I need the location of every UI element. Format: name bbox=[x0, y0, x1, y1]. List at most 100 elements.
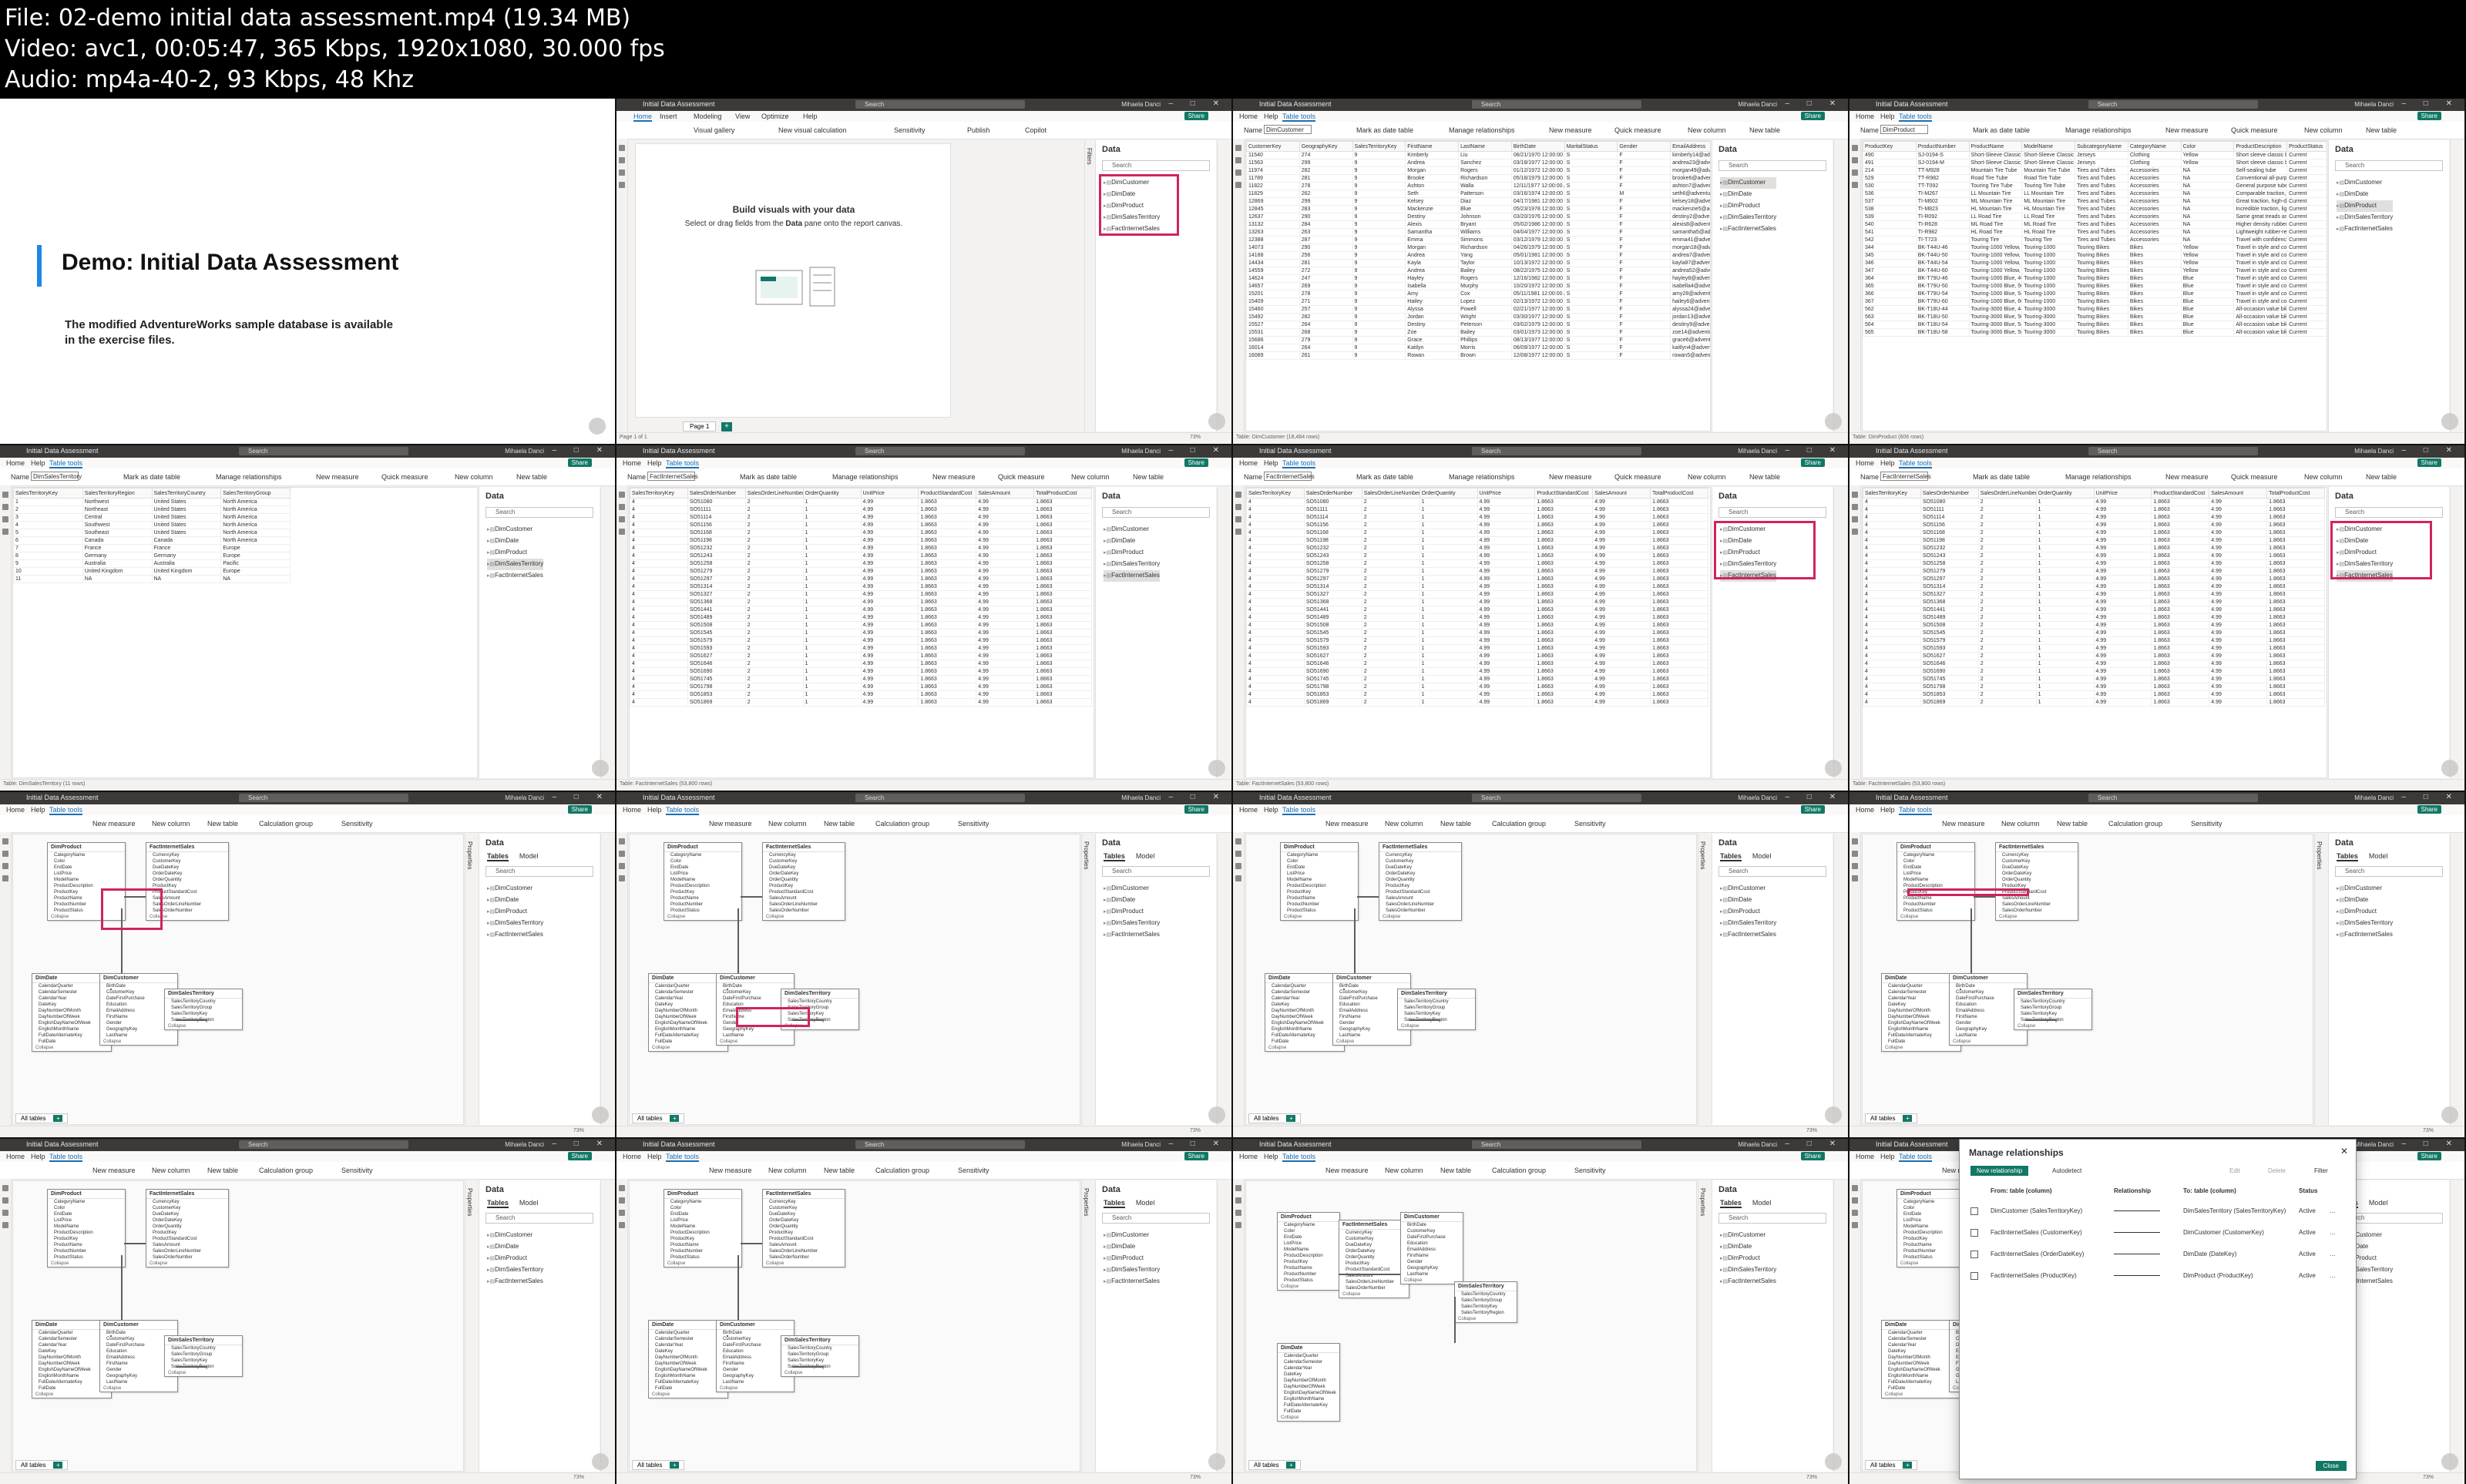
ribbon-manage-relationships[interactable]: Manage relationships bbox=[2065, 473, 2132, 481]
share-button[interactable]: Share bbox=[567, 805, 592, 814]
tab-table-tools[interactable]: Table tools bbox=[1282, 112, 1316, 122]
column-header[interactable]: TotalProductCost bbox=[1650, 488, 1708, 499]
collapse-link[interactable]: Collapse bbox=[2014, 1023, 2091, 1029]
collapse-link[interactable]: Collapse bbox=[1278, 1415, 1339, 1421]
ribbon-new-measure[interactable]: New measure bbox=[2165, 126, 2209, 134]
window-controls[interactable]: – □ ✕ bbox=[1785, 1140, 1843, 1148]
column-header[interactable]: SalesTerritoryGroup bbox=[220, 488, 291, 499]
tab-help[interactable]: Help bbox=[1264, 806, 1278, 814]
table-view-icon[interactable] bbox=[1235, 1197, 1241, 1204]
table-item-factinternetsales[interactable]: FactInternetSales bbox=[1720, 570, 1777, 582]
share-button[interactable]: Share bbox=[1184, 458, 1208, 467]
report-view-icon[interactable] bbox=[1235, 492, 1241, 498]
column-header[interactable]: SalesOrderLineNumber bbox=[1977, 488, 2037, 499]
table-item-dimdate[interactable]: DimDate bbox=[487, 536, 543, 547]
ribbon-new-column[interactable]: New column bbox=[1385, 820, 1423, 828]
data-pane-search[interactable]: Search bbox=[2335, 160, 2443, 171]
column-header[interactable]: Gender bbox=[1617, 141, 1671, 152]
data-pane-search[interactable]: Search bbox=[1718, 160, 1826, 171]
relationship-line[interactable] bbox=[110, 1335, 112, 1337]
collapse-link[interactable]: Collapse bbox=[781, 1370, 858, 1376]
ribbon-new-measure[interactable]: New measure bbox=[1549, 473, 1592, 481]
ribbon-new-visual-calculation[interactable]: New visual calculation bbox=[778, 126, 847, 134]
column-header[interactable]: CustomerKey bbox=[1246, 141, 1300, 152]
search-box[interactable]: Search bbox=[1472, 1140, 1641, 1149]
tab-tables[interactable]: Tables bbox=[1104, 852, 1125, 861]
column-header[interactable]: OrderQuantity bbox=[802, 488, 862, 499]
column-header[interactable]: OrderQuantity bbox=[2035, 488, 2095, 499]
column-header[interactable]: UnitPrice bbox=[2093, 488, 2152, 499]
ribbon-calculation-group[interactable]: Calculation group bbox=[1492, 820, 1546, 828]
ribbon-new-table[interactable]: New table bbox=[824, 820, 855, 828]
table-name-field[interactable]: FactInternetSales bbox=[1264, 472, 1315, 481]
ribbon-new-table[interactable]: New table bbox=[1749, 473, 1780, 481]
report-view-icon[interactable] bbox=[619, 838, 625, 844]
table-name-field[interactable]: FactInternetSales bbox=[647, 472, 698, 481]
model-card-territory[interactable]: DimSalesTerritorySalesTerritoryCountrySa… bbox=[1397, 989, 1476, 1030]
collapse-link[interactable]: Collapse bbox=[763, 1261, 845, 1267]
table-item-dimsalesterritory[interactable]: DimSalesTerritory bbox=[1720, 918, 1776, 929]
ribbon-new-table[interactable]: New table bbox=[2366, 126, 2397, 134]
ribbon-new-measure[interactable]: New measure bbox=[316, 473, 359, 481]
model-card-sales[interactable]: FactInternetSalesCurrencyKeyCustomerKeyD… bbox=[146, 1189, 229, 1267]
tab-help[interactable]: Help bbox=[1264, 112, 1278, 120]
relationship-line[interactable] bbox=[1354, 908, 1356, 973]
column-header[interactable]: SalesTerritoryKey bbox=[13, 488, 83, 499]
model-view-icon[interactable] bbox=[1852, 170, 1858, 176]
properties-pane[interactable]: Properties bbox=[1698, 834, 1709, 1125]
ribbon-mark-as-date-table[interactable]: Mark as date table bbox=[123, 473, 180, 481]
model-card-territory[interactable]: DimSalesTerritorySalesTerritoryCountrySa… bbox=[1454, 1281, 1517, 1323]
table-view-icon[interactable] bbox=[1235, 504, 1241, 510]
relationship-line[interactable] bbox=[176, 1019, 207, 1021]
column-header[interactable]: SalesOrderNumber bbox=[1920, 488, 1979, 499]
collapse-link[interactable]: Collapse bbox=[100, 1385, 177, 1392]
relationship-line[interactable] bbox=[793, 1366, 824, 1368]
relationship-line[interactable] bbox=[121, 908, 123, 973]
ribbon-quick-measure[interactable]: Quick measure bbox=[2231, 473, 2278, 481]
table-item-dimproduct[interactable]: DimProduct bbox=[487, 547, 543, 559]
dax-view-icon[interactable] bbox=[2, 1222, 8, 1228]
tab-table-tools[interactable]: Table tools bbox=[49, 1153, 83, 1162]
ribbon-sensitivity[interactable]: Sensitivity bbox=[958, 820, 989, 828]
row-checkbox[interactable] bbox=[1970, 1272, 1978, 1280]
ribbon-new-measure[interactable]: New measure bbox=[92, 820, 136, 828]
add-tab-button[interactable]: + bbox=[1903, 1462, 1913, 1469]
ribbon-new-column[interactable]: New column bbox=[1688, 473, 1726, 481]
page-tab[interactable]: Page 1 bbox=[683, 421, 717, 431]
model-card-territory[interactable]: DimSalesTerritorySalesTerritoryCountrySa… bbox=[2014, 989, 2092, 1030]
column-header[interactable]: SalesOrderNumber bbox=[687, 488, 746, 499]
tab-model[interactable]: Model bbox=[2369, 1199, 2388, 1207]
model-card-product[interactable]: DimProduct CategoryName Color EndDate ListPr… bbox=[1277, 1212, 1340, 1291]
filters-pane[interactable]: Filters bbox=[1084, 140, 1096, 431]
table-item-dimdate[interactable]: DimDate bbox=[1720, 536, 1776, 547]
column-header[interactable]: BirthDate bbox=[1510, 141, 1565, 152]
table-item-factinternetsales[interactable]: FactInternetSales bbox=[1720, 223, 1776, 235]
column-header[interactable]: SalesOrderLineNumber bbox=[744, 488, 804, 499]
share-button[interactable]: Share bbox=[1800, 1152, 1825, 1160]
table-item-dimproduct[interactable]: DimProduct bbox=[2337, 200, 2394, 212]
table-item-dimcustomer[interactable]: DimCustomer bbox=[1104, 177, 1160, 189]
dax-view-icon[interactable] bbox=[1235, 1222, 1241, 1228]
table-item-dimsalesterritory[interactable]: DimSalesTerritory bbox=[1104, 1264, 1160, 1276]
ribbon-new-measure[interactable]: New measure bbox=[1942, 820, 1985, 828]
tab-table-tools[interactable]: Table tools bbox=[1899, 459, 1933, 468]
report-view-icon[interactable] bbox=[1852, 492, 1858, 498]
ribbon-sensitivity[interactable]: Sensitivity bbox=[1574, 1167, 1606, 1174]
share-button[interactable]: Share bbox=[1800, 458, 1825, 467]
table-item-dimdate[interactable]: DimDate bbox=[2337, 536, 2393, 547]
collapse-link[interactable]: Collapse bbox=[717, 1039, 794, 1045]
data-pane-search[interactable]: Search bbox=[485, 866, 593, 877]
ribbon-manage-relationships[interactable]: Manage relationships bbox=[2065, 126, 2132, 134]
column-header[interactable]: ProductName bbox=[1968, 141, 2023, 152]
search-box[interactable]: Search bbox=[855, 794, 1025, 802]
table-item-dimcustomer[interactable]: DimCustomer bbox=[487, 883, 543, 895]
table-item-dimcustomer[interactable]: DimCustomer bbox=[1720, 177, 1777, 189]
tab-help[interactable]: Help bbox=[31, 1153, 45, 1160]
tab-home[interactable]: Home bbox=[6, 1153, 25, 1160]
ribbon-manage-relationships[interactable]: Manage relationships bbox=[1449, 126, 1515, 134]
collapse-link[interactable]: Collapse bbox=[1278, 1284, 1339, 1290]
column-header[interactable]: SalesTerritoryKey bbox=[1352, 141, 1406, 152]
tab-home[interactable]: Home bbox=[633, 112, 653, 122]
all-tables-tab[interactable]: All tables + bbox=[1865, 1460, 1918, 1470]
data-pane-search[interactable]: Search bbox=[1102, 866, 1210, 877]
